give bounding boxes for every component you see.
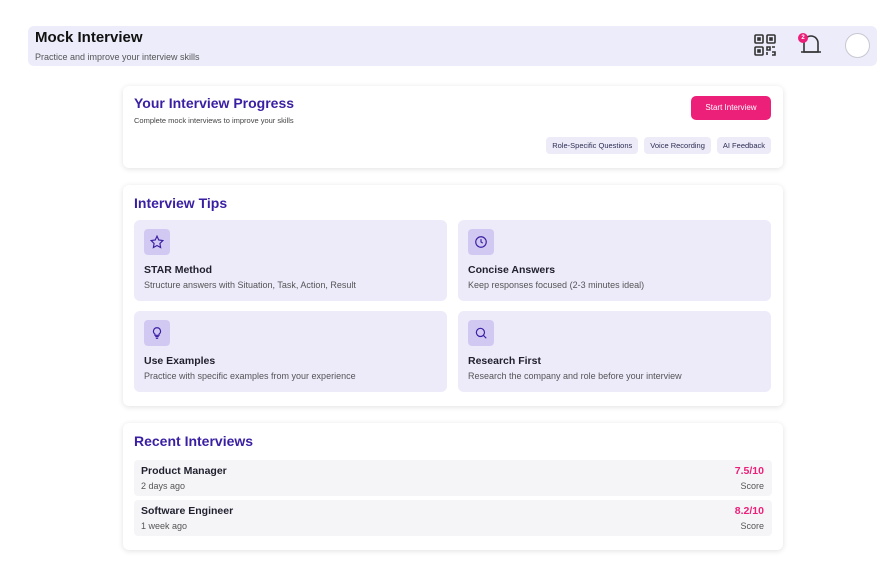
interview-row[interactable]: Software Engineer 1 week ago 8.2/10 Scor…: [134, 500, 772, 536]
tip-card-use-examples: Use Examples Practice with specific exam…: [134, 311, 447, 392]
chip-voice-recording: Voice Recording: [644, 137, 711, 154]
lightbulb-icon: [144, 320, 170, 346]
tip-title: Research First: [468, 355, 541, 367]
tips-card: Interview Tips STAR Method Structure ans…: [123, 185, 783, 406]
start-interview-button[interactable]: Start Interview: [691, 96, 771, 120]
recent-interviews-card: Recent Interviews Product Manager 2 days…: [123, 423, 783, 550]
interview-time: 2 days ago: [141, 481, 186, 491]
tip-description: Structure answers with Situation, Task, …: [144, 280, 356, 290]
star-icon: [144, 229, 170, 255]
recent-title: Recent Interviews: [134, 433, 254, 449]
feature-chips: Role-Specific Questions Voice Recording …: [546, 137, 771, 154]
tip-card-star-method: STAR Method Structure answers with Situa…: [134, 220, 447, 301]
page-subtitle: Practice and improve your interview skil…: [35, 52, 200, 62]
interview-role: Software Engineer: [141, 505, 234, 517]
progress-title: Your Interview Progress: [134, 95, 295, 111]
tip-card-concise-answers: Concise Answers Keep responses focused (…: [458, 220, 771, 301]
interview-time: 1 week ago: [141, 521, 188, 531]
qr-code-icon[interactable]: [753, 33, 777, 62]
chip-role-specific: Role-Specific Questions: [546, 137, 639, 154]
tip-card-research-first: Research First Research the company and …: [458, 311, 771, 392]
score-label: Score: [740, 521, 764, 531]
tip-title: Use Examples: [144, 355, 216, 367]
avatar[interactable]: [845, 33, 870, 58]
app-header: Mock Interview Practice and improve your…: [28, 26, 877, 66]
interview-role: Product Manager: [141, 465, 227, 477]
search-icon: [468, 320, 494, 346]
progress-subtitle: Complete mock interviews to improve your…: [134, 116, 294, 125]
clock-icon: [468, 229, 494, 255]
tips-title: Interview Tips: [134, 195, 228, 211]
notification-badge: 2: [798, 33, 808, 43]
progress-card: Your Interview Progress Complete mock in…: [123, 86, 783, 168]
page-title: Mock Interview: [35, 29, 143, 46]
interview-row[interactable]: Product Manager 2 days ago 7.5/10 Score: [134, 460, 772, 496]
interview-score: 8.2/10: [734, 505, 764, 517]
tip-description: Research the company and role before you…: [468, 371, 682, 381]
chip-ai-feedback: AI Feedback: [716, 137, 771, 154]
interview-score: 7.5/10: [734, 465, 764, 477]
tip-title: Concise Answers: [468, 264, 556, 276]
tip-description: Keep responses focused (2-3 minutes idea…: [468, 280, 645, 290]
tip-title: STAR Method: [144, 264, 213, 276]
tip-description: Practice with specific examples from you…: [144, 371, 356, 381]
score-label: Score: [740, 481, 764, 491]
